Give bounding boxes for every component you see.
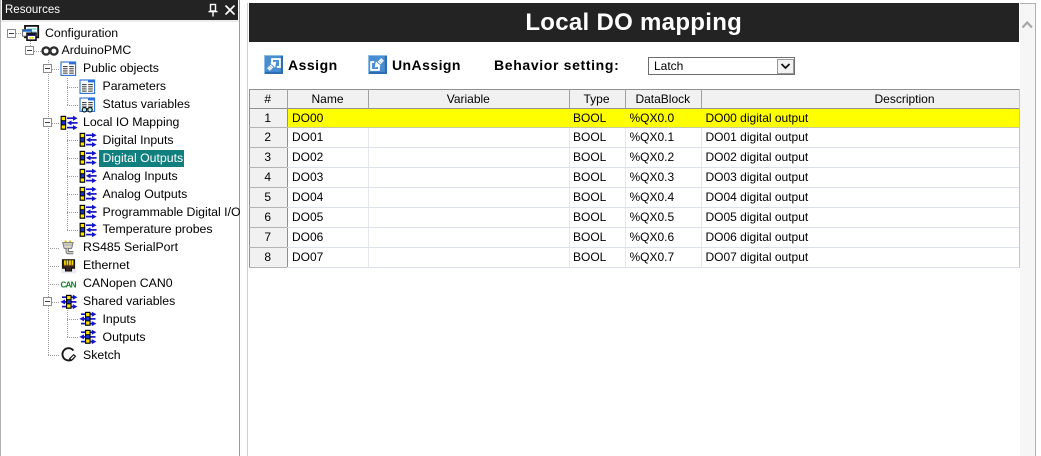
svg-text:CAN: CAN bbox=[61, 280, 77, 289]
